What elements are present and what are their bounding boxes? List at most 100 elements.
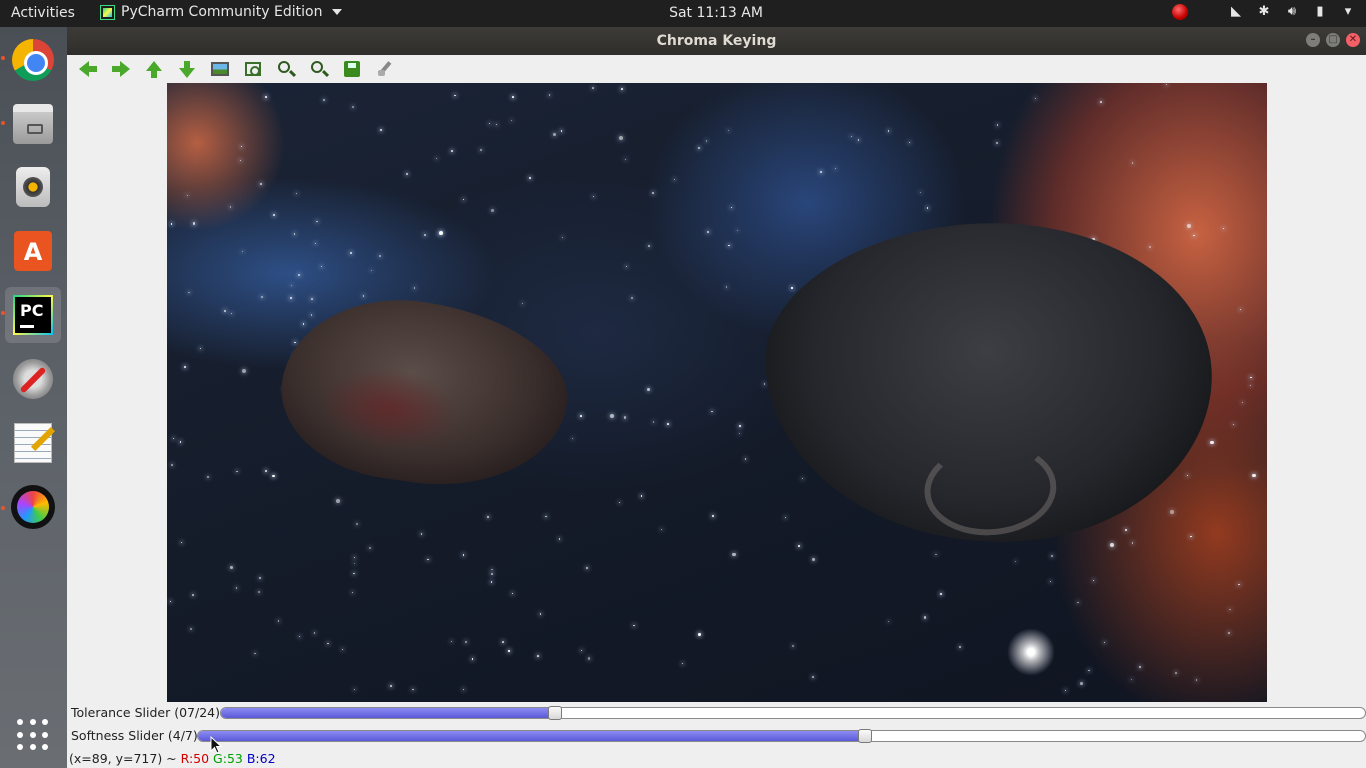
star [1065, 689, 1067, 692]
star [1077, 601, 1080, 604]
launcher-chrome[interactable] [5, 32, 61, 88]
tolerance-slider-thumb[interactable] [548, 706, 562, 720]
volume-icon[interactable]: 🔊︎ [1284, 4, 1300, 20]
zoom-in-icon[interactable] [273, 56, 299, 82]
star [341, 648, 343, 651]
launcher-rhythmbox[interactable] [5, 159, 61, 215]
star [230, 313, 232, 315]
minimize-icon[interactable]: – [1306, 33, 1320, 47]
star [510, 120, 512, 122]
launcher-camera[interactable] [5, 479, 61, 535]
star [1229, 608, 1231, 610]
star [170, 222, 173, 225]
star [352, 592, 354, 594]
star [558, 538, 561, 540]
star [585, 566, 588, 569]
launcher-text-editor[interactable] [5, 415, 61, 471]
star [426, 558, 429, 561]
close-icon[interactable]: ✕ [1346, 33, 1360, 47]
softness-slider[interactable] [197, 729, 1366, 743]
zoom-rect-icon[interactable] [240, 56, 266, 82]
star [272, 213, 276, 216]
star [390, 685, 393, 688]
star [192, 222, 196, 225]
star [1087, 669, 1090, 672]
star [272, 474, 275, 478]
star [190, 628, 193, 630]
star [652, 420, 655, 423]
star [621, 88, 624, 90]
star [674, 179, 676, 181]
star [1130, 678, 1133, 680]
star [640, 495, 643, 497]
star [667, 423, 669, 426]
star [335, 499, 340, 504]
star [379, 128, 382, 131]
star [712, 515, 714, 517]
star [571, 437, 574, 440]
star [624, 159, 626, 161]
brush-icon[interactable] [372, 56, 398, 82]
star [258, 577, 261, 580]
down-arrow-icon[interactable] [174, 56, 200, 82]
software-center-icon: A [14, 231, 52, 271]
star [1132, 162, 1134, 164]
star [1131, 542, 1134, 544]
star [490, 209, 494, 213]
star [293, 233, 296, 235]
star [1093, 580, 1095, 582]
star [310, 314, 313, 316]
star [463, 554, 465, 556]
bluetooth-icon[interactable]: ✱ [1256, 4, 1272, 20]
star [488, 122, 491, 125]
star [491, 569, 493, 571]
star [353, 562, 356, 564]
up-arrow-icon[interactable] [141, 56, 167, 82]
star [254, 652, 256, 655]
tolerance-slider[interactable] [220, 706, 1366, 720]
star [1099, 100, 1102, 103]
star [229, 206, 232, 208]
launcher-files[interactable] [5, 96, 61, 152]
wifi-icon[interactable]: ◣ [1228, 4, 1244, 20]
star [1109, 542, 1115, 547]
star [908, 141, 911, 144]
star [235, 470, 238, 473]
forward-arrow-icon[interactable] [108, 56, 134, 82]
star [784, 517, 786, 519]
back-arrow-icon[interactable] [75, 56, 101, 82]
star [1104, 642, 1106, 644]
toolbar [67, 55, 1366, 83]
save-icon[interactable] [339, 56, 365, 82]
star [501, 641, 504, 644]
softness-slider-thumb[interactable] [858, 729, 872, 743]
record-icon[interactable] [1172, 4, 1188, 20]
star [705, 140, 708, 143]
star [609, 413, 614, 418]
window-titlebar[interactable]: Chroma Keying – □ ✕ [67, 27, 1366, 55]
image-icon[interactable] [207, 56, 233, 82]
zoom-out-icon[interactable] [306, 56, 332, 82]
app-grid-icon[interactable] [17, 719, 49, 751]
launcher-software-center[interactable]: A [5, 223, 61, 279]
maximize-icon[interactable]: □ [1326, 33, 1340, 47]
star [411, 688, 414, 691]
system-menu-icon[interactable]: ▾ [1340, 4, 1356, 20]
image-canvas[interactable] [167, 83, 1267, 702]
star [239, 159, 242, 162]
star [260, 295, 263, 298]
launcher-settings[interactable] [5, 351, 61, 407]
star [725, 286, 728, 288]
star [206, 475, 209, 478]
star [1049, 580, 1051, 583]
star [1233, 424, 1235, 426]
battery-icon[interactable]: ▮ [1312, 4, 1328, 20]
launcher-pycharm[interactable]: PC [5, 287, 61, 343]
star [697, 147, 700, 150]
star [707, 231, 710, 233]
star [512, 96, 514, 98]
star [681, 662, 684, 665]
star [539, 613, 542, 615]
pycharm-icon: PC [13, 295, 53, 335]
clock[interactable]: Sat 11:13 AM [0, 5, 1366, 21]
